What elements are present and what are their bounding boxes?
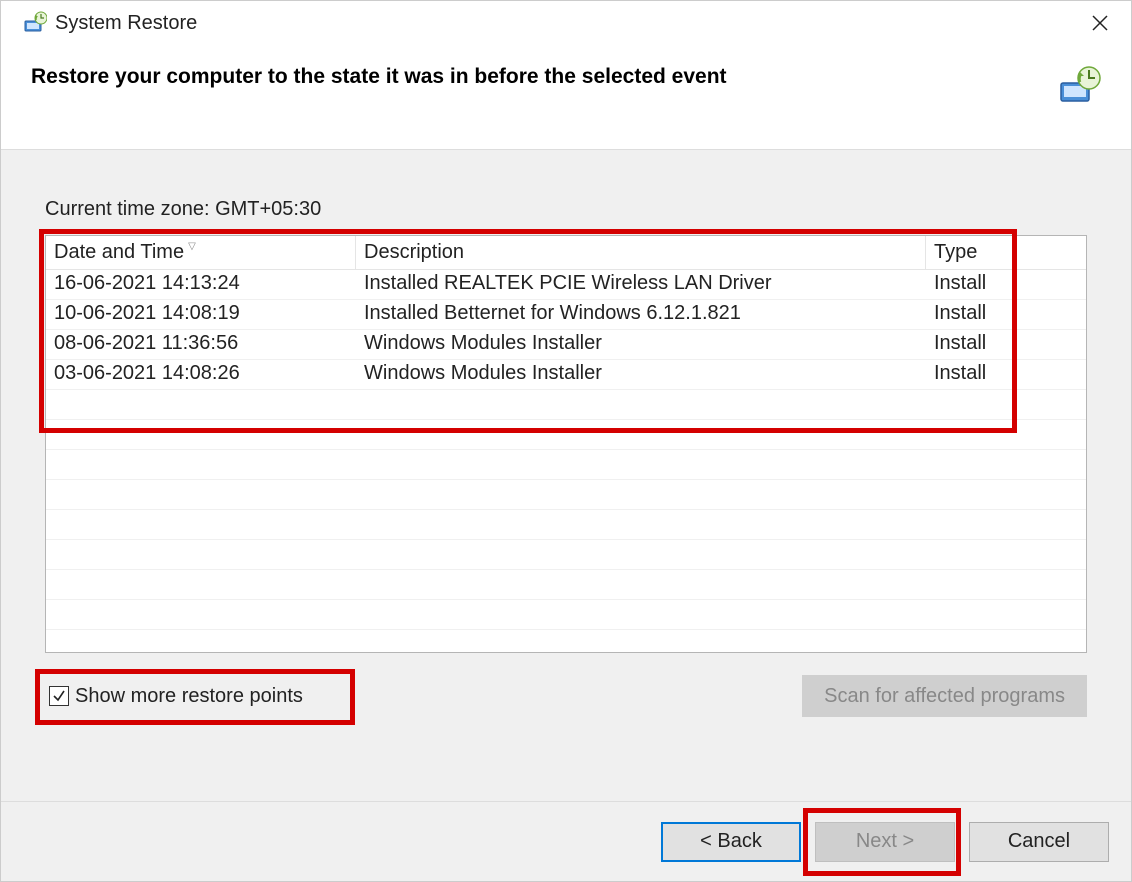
cell-description: Installed REALTEK PCIE Wireless LAN Driv… — [356, 270, 926, 299]
footer: < Back Next > Cancel — [1, 801, 1131, 881]
close-icon — [1092, 15, 1108, 31]
table-row — [46, 480, 1086, 510]
window-title: System Restore — [55, 12, 1077, 35]
sort-indicator-icon: ▽ — [188, 241, 196, 252]
next-button: Next > — [815, 822, 955, 862]
table-row[interactable]: 08-06-2021 11:36:56Windows Modules Insta… — [46, 330, 1086, 360]
column-header-type[interactable]: Type — [926, 236, 1086, 269]
column-header-description-label: Description — [364, 241, 464, 264]
column-header-datetime[interactable]: Date and Time ▽ — [46, 236, 356, 269]
table-row — [46, 600, 1086, 630]
cell-type: Install — [926, 330, 1086, 359]
cell-type: Install — [926, 300, 1086, 329]
show-more-checkbox-wrap: Show more restore points — [45, 679, 307, 714]
table-row[interactable]: 03-06-2021 14:08:26Windows Modules Insta… — [46, 360, 1086, 390]
show-more-checkbox[interactable] — [49, 686, 69, 706]
close-button[interactable] — [1077, 7, 1123, 39]
table-row[interactable]: 16-06-2021 14:13:24Installed REALTEK PCI… — [46, 270, 1086, 300]
cell-description: Windows Modules Installer — [356, 360, 926, 389]
cell-datetime: 10-06-2021 14:08:19 — [46, 300, 356, 329]
table-row — [46, 510, 1086, 540]
restore-points-list[interactable]: Date and Time ▽ Description Type 16-06-2… — [45, 235, 1087, 653]
content-area: Current time zone: GMT+05:30 Date and Ti… — [1, 149, 1131, 801]
cancel-button[interactable]: Cancel — [969, 822, 1109, 862]
cell-datetime: 03-06-2021 14:08:26 — [46, 360, 356, 389]
scan-affected-button: Scan for affected programs — [802, 675, 1087, 717]
cell-description: Windows Modules Installer — [356, 330, 926, 359]
column-header-description[interactable]: Description — [356, 236, 926, 269]
show-more-checkbox-label: Show more restore points — [75, 685, 303, 708]
titlebar: System Restore — [1, 1, 1131, 45]
checkmark-icon — [52, 689, 66, 703]
cell-type: Install — [926, 270, 1086, 299]
table-row[interactable]: 10-06-2021 14:08:19Installed Betternet f… — [46, 300, 1086, 330]
column-header-datetime-label: Date and Time — [54, 241, 184, 264]
header-area: Restore your computer to the state it wa… — [1, 45, 1131, 149]
column-header-type-label: Type — [934, 241, 977, 264]
table-row — [46, 570, 1086, 600]
below-list-row: Show more restore points Scan for affect… — [45, 675, 1087, 717]
timezone-label: Current time zone: GMT+05:30 — [45, 198, 1087, 221]
list-body: 16-06-2021 14:13:24Installed REALTEK PCI… — [46, 270, 1086, 630]
restore-points-wrap: Date and Time ▽ Description Type 16-06-2… — [45, 235, 1087, 653]
table-row — [46, 450, 1086, 480]
cell-datetime: 08-06-2021 11:36:56 — [46, 330, 356, 359]
table-row — [46, 420, 1086, 450]
system-restore-large-icon — [1057, 65, 1101, 109]
cell-type: Install — [926, 360, 1086, 389]
system-restore-window: System Restore Restore your computer to … — [0, 0, 1132, 882]
system-restore-icon — [23, 11, 47, 35]
table-row — [46, 390, 1086, 420]
table-row — [46, 540, 1086, 570]
back-button[interactable]: < Back — [661, 822, 801, 862]
list-header: Date and Time ▽ Description Type — [46, 236, 1086, 270]
cell-datetime: 16-06-2021 14:13:24 — [46, 270, 356, 299]
instruction-text: Restore your computer to the state it wa… — [31, 65, 1057, 89]
cell-description: Installed Betternet for Windows 6.12.1.8… — [356, 300, 926, 329]
